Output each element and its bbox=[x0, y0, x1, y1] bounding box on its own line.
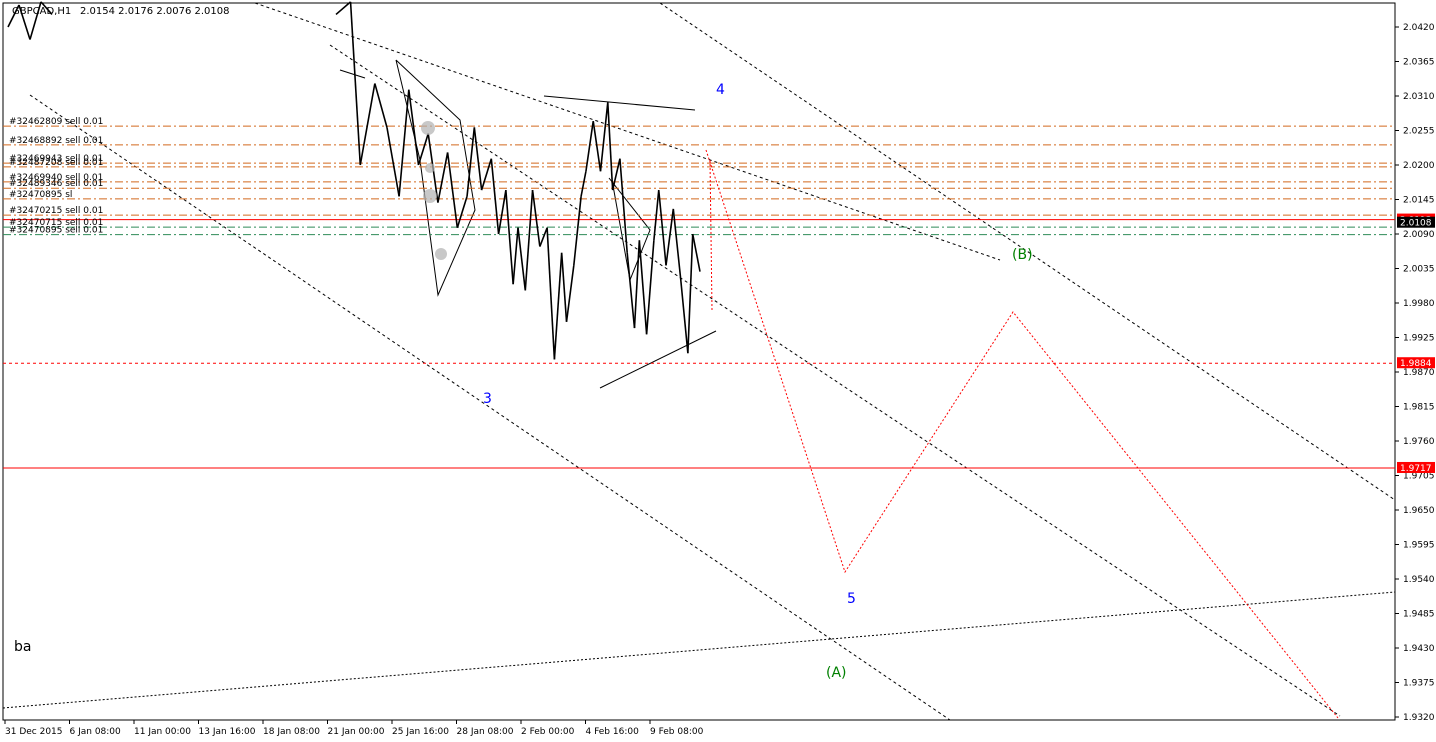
y-tick-label: 2.0090 bbox=[1403, 230, 1435, 240]
order-level-label: #32470895 sl bbox=[9, 190, 72, 200]
y-tick-label: 1.9650 bbox=[1403, 506, 1435, 516]
order-level-label: #32468892 sell 0.01 bbox=[9, 136, 103, 146]
wave-label-3: 3 bbox=[483, 391, 492, 407]
order-level-label: #32470215 sell 0.01 bbox=[9, 206, 103, 216]
y-tick-label: 1.9595 bbox=[1403, 541, 1435, 551]
x-tick-label: 9 Feb 08:00 bbox=[650, 727, 704, 737]
order-level-label: #32489346 sell 0.01 bbox=[9, 179, 103, 189]
y-tick-label: 2.0200 bbox=[1403, 161, 1435, 171]
wave-label-5: 5 bbox=[847, 591, 856, 607]
y-tick-label: 1.9320 bbox=[1403, 713, 1435, 723]
y-tick-label: 1.9870 bbox=[1403, 368, 1435, 378]
chart-header: GBPCAD,H1 2.0154 2.0176 2.0076 2.0108 bbox=[12, 6, 230, 17]
price-badge-text: 1.9884 bbox=[1400, 359, 1432, 369]
wave-label-b: (B) bbox=[1012, 247, 1033, 263]
x-tick-label: 31 Dec 2015 bbox=[5, 727, 63, 737]
order-marker bbox=[423, 189, 437, 203]
x-tick-label: 4 Feb 16:00 bbox=[586, 727, 640, 737]
y-tick-label: 2.0310 bbox=[1403, 92, 1435, 102]
y-tick-label: 1.9430 bbox=[1403, 644, 1435, 654]
price-badge-text: 2.0108 bbox=[1400, 219, 1432, 229]
x-tick-label: 11 Jan 00:00 bbox=[134, 727, 191, 737]
y-tick-label: 1.9375 bbox=[1403, 679, 1435, 689]
order-marker bbox=[425, 163, 435, 173]
order-level-label: #32462809 sell 0.01 bbox=[9, 117, 103, 127]
x-tick-label: 28 Jan 08:00 bbox=[457, 727, 514, 737]
price-chart[interactable]: GBPCAD,H1 2.0154 2.0176 2.0076 2.0108 #3… bbox=[0, 0, 1436, 742]
wave-label-4: 4 bbox=[716, 82, 725, 98]
y-tick-label: 2.0035 bbox=[1403, 265, 1435, 275]
y-tick-label: 2.0420 bbox=[1403, 23, 1435, 33]
y-tick-label: 2.0365 bbox=[1403, 58, 1435, 68]
time-axis: 31 Dec 2015 6 Jan 08:00 11 Jan 00:00 13 Jan… bbox=[4, 720, 704, 737]
order-level-label: #32487208 sell 0.01 bbox=[9, 158, 103, 168]
chart-ohlc-values: 2.0154 2.0176 2.0076 2.0108 bbox=[80, 6, 230, 17]
x-tick-label: 6 Jan 08:00 bbox=[70, 727, 122, 737]
y-tick-label: 2.0255 bbox=[1403, 127, 1435, 137]
x-tick-label: 13 Jan 16:00 bbox=[199, 727, 256, 737]
y-tick-label: 1.9815 bbox=[1403, 403, 1435, 413]
y-tick-label: 1.9980 bbox=[1403, 299, 1435, 309]
x-tick-label: 25 Jan 16:00 bbox=[392, 727, 449, 737]
plot-area bbox=[2, 2, 1396, 721]
order-marker bbox=[435, 248, 447, 260]
order-marker bbox=[421, 121, 435, 135]
y-tick-label: 1.9925 bbox=[1403, 334, 1435, 344]
wave-label-a: (A) bbox=[826, 665, 847, 681]
y-tick-label: 1.9760 bbox=[1403, 437, 1435, 447]
y-tick-label: 1.9540 bbox=[1403, 575, 1435, 585]
price-badge-text: 1.9717 bbox=[1400, 464, 1432, 474]
x-tick-label: 21 Jan 00:00 bbox=[328, 727, 385, 737]
y-tick-label: 1.9485 bbox=[1403, 610, 1435, 620]
x-tick-label: 18 Jan 08:00 bbox=[263, 727, 320, 737]
price-badges: 2.01132.01081.98841.9717 bbox=[1397, 213, 1435, 474]
note-text: ba bbox=[14, 639, 31, 655]
y-tick-label: 2.0145 bbox=[1403, 196, 1435, 206]
price-axis: 2.0420 2.0365 2.0310 2.0255 2.0200 2.0145 2.00… bbox=[1395, 23, 1435, 723]
order-level-label: #32470895 sell 0.01 bbox=[9, 226, 103, 236]
x-tick-label: 2 Feb 00:00 bbox=[521, 727, 575, 737]
